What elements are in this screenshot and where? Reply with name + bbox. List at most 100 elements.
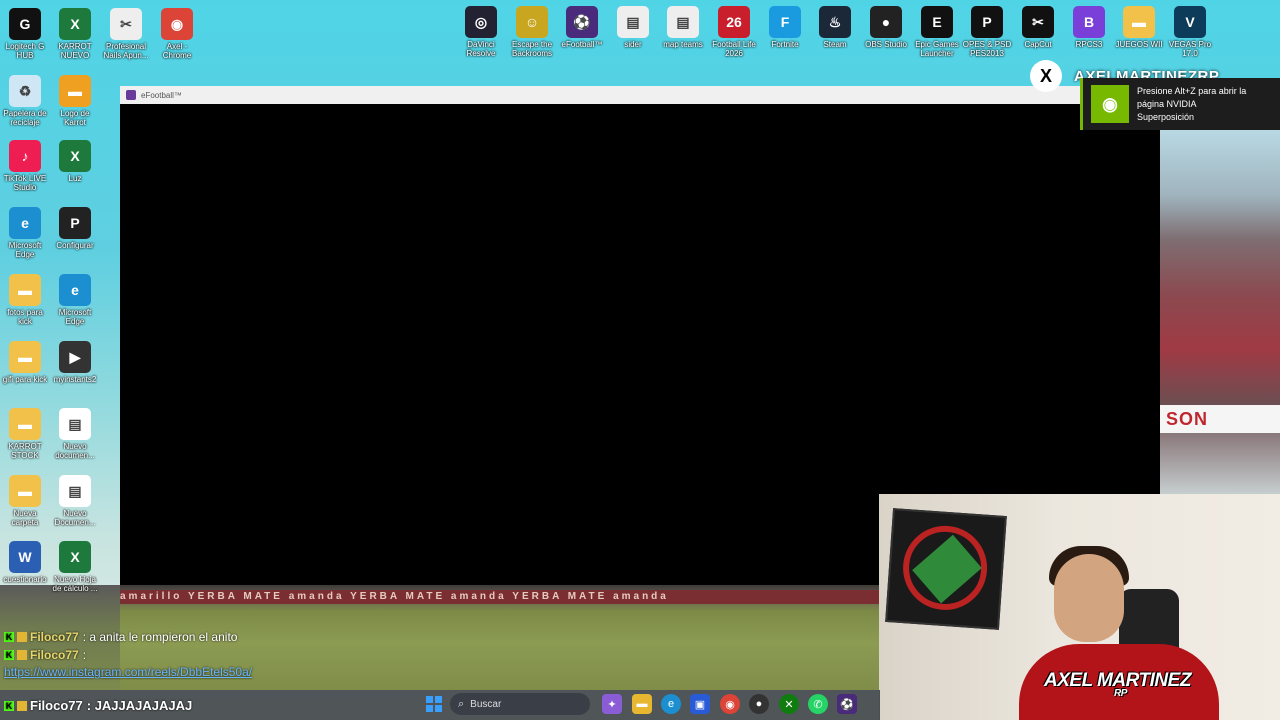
app-icon: W	[9, 541, 41, 573]
desktop-icon[interactable]: X Luz	[50, 140, 100, 183]
desktop-icon[interactable]: ▬ KARROT STOCK	[0, 408, 50, 460]
app-icon: ⚽	[566, 6, 598, 38]
desktop-icon[interactable]: ▤ Nuevo documen...	[50, 408, 100, 460]
nvidia-logo-icon: ◉	[1091, 85, 1129, 123]
desktop-icon[interactable]: P OPES & PSD PES2013	[962, 6, 1012, 58]
desktop-icon[interactable]: ♨ Steam	[810, 6, 860, 49]
kick-badge-icon: K	[4, 650, 14, 660]
chrome-icon[interactable]: ◉	[720, 694, 740, 714]
desktop-icon-label: myinstants2	[53, 375, 97, 384]
desktop-icon[interactable]: e Microsoft Edge	[0, 207, 50, 259]
webcam-logo: AXEL MARTINEZ RP	[1044, 670, 1191, 699]
taskbar-search[interactable]: ⌕ Buscar	[450, 693, 590, 715]
app-icon: ♪	[9, 140, 41, 172]
desktop-icon[interactable]: ● OBS Studio	[861, 6, 911, 49]
desktop-icon[interactable]: X Nuevo Hoja de cálculo ...	[50, 541, 100, 593]
desktop-icon[interactable]: ▬ fotos para kick	[0, 274, 50, 326]
windows-start-button[interactable]	[426, 696, 442, 712]
desktop-icon[interactable]: ♪ TikTok LIVE Studio	[0, 140, 50, 192]
app-icon: ▤	[59, 408, 91, 440]
desktop-icon[interactable]: 26 Football Life 2026	[709, 6, 759, 58]
desktop-icon[interactable]: ▬ Logo de Karrot	[50, 75, 100, 127]
desktop-icon[interactable]: ▤ map teams	[658, 6, 708, 49]
desktop-icon-label: RPCS3	[1075, 40, 1103, 49]
desktop-icon[interactable]: ▤ sider	[608, 6, 658, 49]
window-titlebar[interactable]: eFootball™	[120, 86, 1160, 104]
desktop-icon-label: JUEGOS WII	[1115, 40, 1163, 49]
desktop-icon-label: OPES & PSD PES2013	[962, 40, 1012, 58]
chat-link[interactable]: https://www.instagram.com/reels/DbbEtels…	[4, 664, 504, 680]
chat-text: : JAJJAJAJAJAJ	[86, 698, 193, 713]
app-icon: ▬	[1123, 6, 1155, 38]
whatsapp-icon[interactable]: ✆	[808, 694, 828, 714]
desktop-icon[interactable]: ✂ CapCut	[1013, 6, 1063, 49]
stream-chat: K Filoco77 : a anita le rompieron el ani…	[4, 628, 504, 680]
desktop-icon[interactable]: ▬ JUEGOS WII	[1114, 6, 1164, 49]
desktop-icon[interactable]: ✂ Profesional Nails Apun...	[101, 8, 151, 60]
app-icon: ▬	[59, 75, 91, 107]
desktop-icon-label: Luz	[68, 174, 82, 183]
store-icon[interactable]: ▣	[690, 694, 710, 714]
desktop-icon-label: cuestionario	[3, 575, 47, 584]
desktop-icon-label: KARROT NUEVO	[58, 42, 92, 60]
app-icon: e	[9, 207, 41, 239]
desktop-icon[interactable]: G Logitech G HUB	[0, 8, 50, 60]
efootball-taskbar-icon[interactable]: ⚽	[837, 694, 857, 714]
desktop-icon[interactable]: ▶ myinstants2	[50, 341, 100, 384]
desktop-icon-label: Steam	[823, 40, 847, 49]
search-placeholder: Buscar	[470, 698, 502, 710]
desktop-icon[interactable]: B RPCS3	[1064, 6, 1114, 49]
desktop-icon-label: fotos para kick	[7, 308, 43, 326]
desktop-icon[interactable]: F Fortnite	[760, 6, 810, 49]
desktop-icon[interactable]: ⚽ eFootball™	[557, 6, 607, 49]
desktop-icon-label: Profesional Nails Apun...	[103, 42, 149, 60]
app-icon: P	[971, 6, 1003, 38]
desktop-icon[interactable]: ▬ Nueva carpeta	[0, 475, 50, 527]
desktop-icon[interactable]: ☺ Escape the Backrooms	[507, 6, 557, 58]
nvidia-line-2: página NVIDIA	[1137, 98, 1197, 109]
chat-text: :	[82, 648, 87, 662]
app-icon: B	[1073, 6, 1105, 38]
xbox-icon[interactable]: ✕	[779, 694, 799, 714]
desktop-icon[interactable]: ▬ gifi para kick	[0, 341, 50, 384]
desktop-icon[interactable]: Wcuestionario	[0, 541, 50, 584]
desktop-icon-label: Nuevo documen...	[55, 442, 95, 460]
desktop-icon[interactable]: ◉ Axel - Chrome	[152, 8, 202, 60]
chat-message: K Filoco77 : a anita le rompieron el ani…	[4, 628, 504, 646]
desktop-icon[interactable]: ♻ Papelera de reciclaje	[0, 75, 50, 127]
desktop-icon[interactable]: e Microsoft Edge	[50, 274, 100, 326]
pitch-ad-board: amarillo YERBA MATE amanda YERBA MATE am…	[120, 590, 880, 604]
app-icon: ♻	[9, 75, 41, 107]
desktop-icon-label: DaVinci Resolve	[466, 40, 496, 58]
desktop-icon-label: Nuevo Hoja de cálculo ...	[52, 575, 98, 593]
obs-icon[interactable]: ●	[749, 694, 769, 714]
nvidia-notification[interactable]: ◉ Presione Alt+Z para abrir la página NV…	[1080, 78, 1280, 130]
desktop-icon[interactable]: V VEGAS Pro 17.0	[1165, 6, 1215, 58]
app-icon: ▬	[9, 341, 41, 373]
desktop-icon[interactable]: X KARROT NUEVO	[50, 8, 100, 60]
app-icon: ▤	[617, 6, 649, 38]
sub-badge-icon	[17, 700, 27, 711]
desktop-icon[interactable]: ▤ Nuevo Documen...	[50, 475, 100, 527]
app-icon: X	[59, 541, 91, 573]
file-explorer-icon[interactable]: ▬	[632, 694, 652, 714]
desktop-icon-label: Logo de Karrot	[60, 109, 90, 127]
desktop-icon[interactable]: E Epic Games Launcher	[912, 6, 962, 58]
app-icon: ▬	[9, 274, 41, 306]
copilot-icon[interactable]: ✦	[602, 694, 622, 714]
desktop-icon-label: map teams	[663, 40, 703, 49]
app-icon: ◎	[465, 6, 497, 38]
desktop-icon-label: Nuevo Documen...	[54, 509, 96, 527]
desktop-icon-label: Fortnite	[771, 40, 799, 49]
desktop-icon[interactable]: P Configurar	[50, 207, 100, 250]
desktop-icon[interactable]: ◎ DaVinci Resolve	[456, 6, 506, 58]
app-icon: ✂	[110, 8, 142, 40]
desktop-icon-label: OBS Studio	[865, 40, 907, 49]
app-icon: P	[59, 207, 91, 239]
efootball-icon	[126, 90, 136, 100]
edge-icon[interactable]: e	[661, 694, 681, 714]
chat-user: Filoco77	[30, 648, 79, 662]
sub-badge-icon	[17, 632, 27, 642]
chat-user: Filoco77	[30, 630, 79, 644]
chat-message: K Filoco77 :	[4, 646, 504, 664]
